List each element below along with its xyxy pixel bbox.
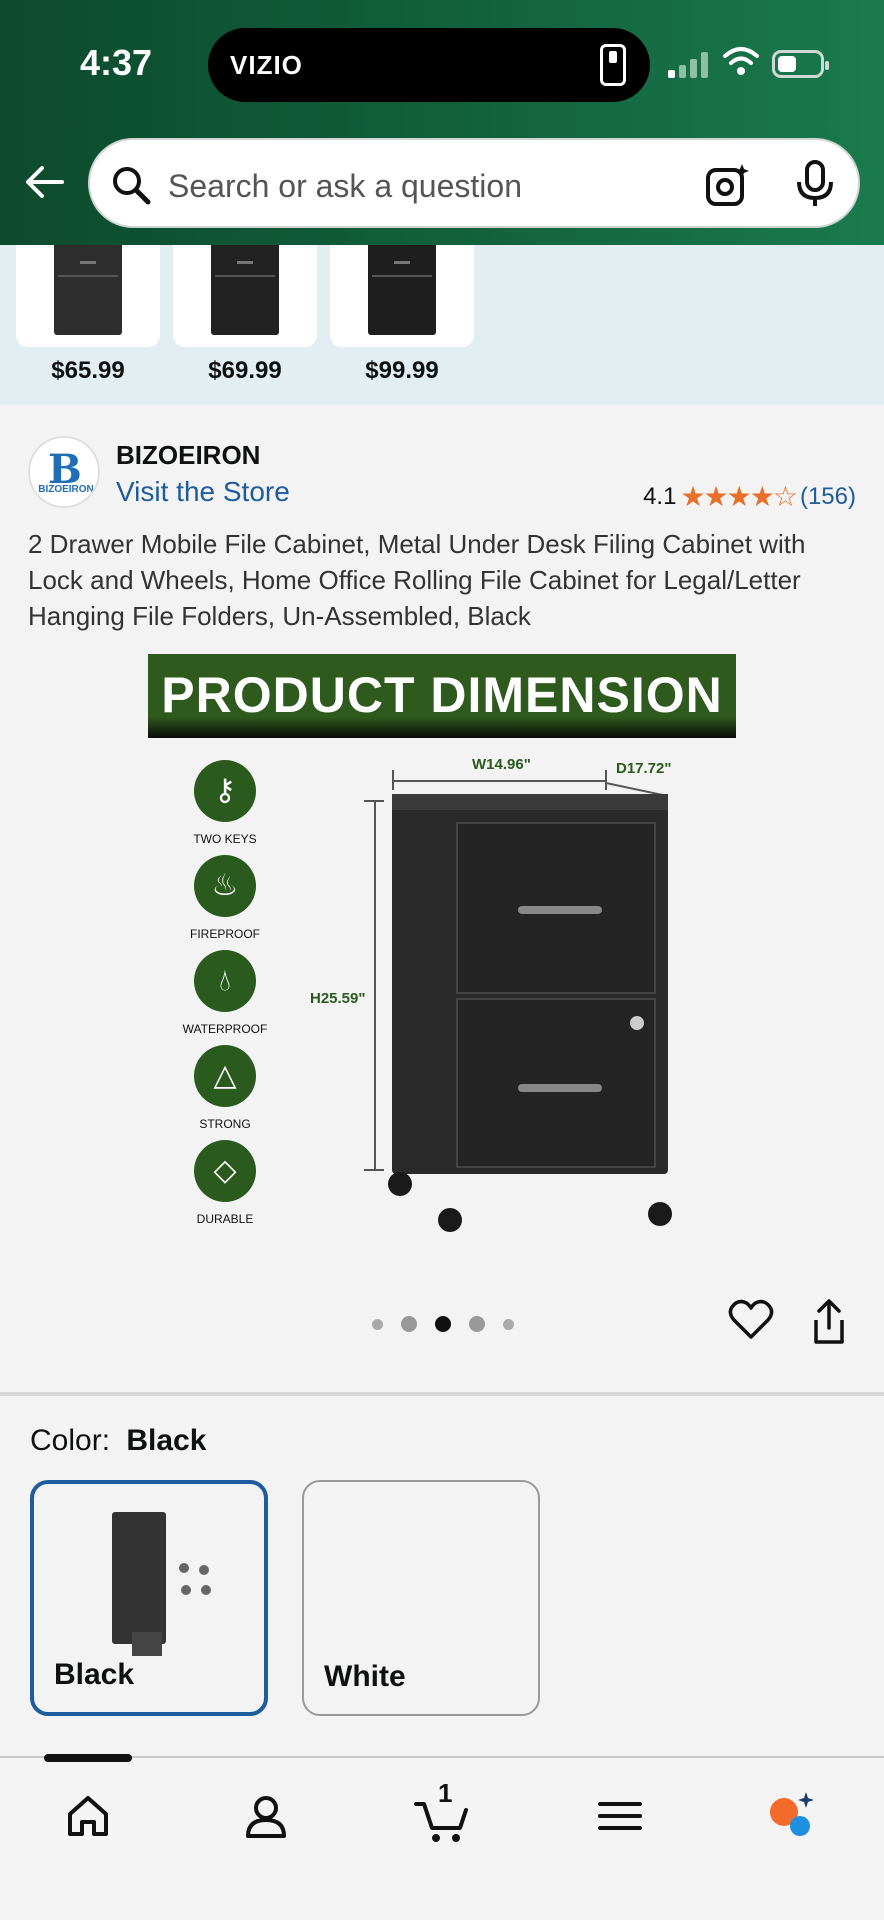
related-product-image bbox=[54, 245, 122, 335]
brand-logo[interactable]: B BIZOEIRON bbox=[28, 436, 100, 508]
carousel-dot[interactable] bbox=[401, 1316, 417, 1332]
dynamic-island: VIZIO bbox=[208, 28, 650, 102]
island-label: VIZIO bbox=[230, 50, 303, 80]
bottom-nav-bar: 1 bbox=[0, 1756, 884, 1920]
related-product-card[interactable] bbox=[16, 245, 160, 347]
related-product-image bbox=[368, 245, 436, 335]
water-drop-icon: 💧︎ bbox=[194, 950, 256, 1012]
file-cabinet-illustration bbox=[392, 794, 668, 1174]
height-label: H25.59" bbox=[310, 990, 366, 1007]
related-product-price: $69.99 bbox=[208, 357, 282, 384]
swatch-product-image bbox=[112, 1512, 166, 1656]
related-product-price: $99.99 bbox=[365, 357, 439, 384]
color-label: Color: bbox=[30, 1424, 111, 1457]
product-title: 2 Drawer Mobile File Cabinet, Metal Unde… bbox=[28, 529, 806, 631]
drawer-handle bbox=[518, 906, 602, 914]
app-header: 4:37 VIZIO Search or ask a question bbox=[0, 0, 884, 245]
feature-strong: △ STRONG bbox=[180, 1045, 270, 1131]
wheel bbox=[438, 1208, 462, 1232]
search-input[interactable]: Search or ask a question bbox=[168, 168, 522, 205]
heart-icon[interactable] bbox=[728, 1298, 774, 1340]
pyramid-icon: △ bbox=[194, 1045, 256, 1107]
height-dimension-line bbox=[374, 800, 376, 1170]
dimension-tick bbox=[364, 800, 384, 802]
related-products-strip: $65.99 $69.99 $99.99 bbox=[0, 245, 884, 405]
image-carousel-dots[interactable] bbox=[372, 1316, 514, 1332]
rating-count[interactable]: (156) bbox=[800, 483, 856, 511]
wheel bbox=[388, 1172, 412, 1196]
feature-label: TWO KEYS bbox=[193, 832, 257, 846]
carousel-dot[interactable] bbox=[503, 1318, 514, 1330]
color-selector-label: Color: Black bbox=[30, 1424, 206, 1458]
fire-icon: ♨ bbox=[194, 855, 256, 917]
remote-icon bbox=[600, 44, 626, 86]
cabinet-top-drawer bbox=[456, 822, 656, 994]
rating-summary[interactable]: 4.1 ★★★★☆ (156) bbox=[643, 480, 856, 513]
color-swatch-white[interactable]: White bbox=[302, 1480, 540, 1716]
drawer-handle bbox=[518, 1084, 602, 1092]
width-dimension-line bbox=[392, 780, 606, 782]
feature-label: DURABLE bbox=[196, 1212, 254, 1226]
section-divider bbox=[0, 1392, 884, 1396]
rufus-assistant-icon[interactable] bbox=[762, 1786, 822, 1846]
cabinet-bottom-drawer bbox=[456, 998, 656, 1168]
carousel-dot[interactable] bbox=[372, 1318, 383, 1330]
swatch-wheels-image bbox=[179, 1563, 211, 1595]
dimension-tick bbox=[605, 770, 607, 790]
carousel-dot[interactable] bbox=[469, 1316, 485, 1332]
camera-lens-icon[interactable] bbox=[704, 162, 750, 208]
feature-label: STRONG bbox=[199, 1117, 251, 1131]
feature-label: FIREPROOF bbox=[189, 927, 260, 941]
cart-button[interactable]: 1 bbox=[412, 1778, 472, 1846]
feature-waterproof: 💧︎ WATERPROOF bbox=[180, 950, 270, 1036]
account-icon[interactable] bbox=[236, 1786, 296, 1846]
width-label: W14.96" bbox=[472, 756, 531, 773]
related-product-card[interactable] bbox=[330, 245, 474, 347]
depth-label: D17.72" bbox=[616, 760, 672, 777]
feature-durable: ◇ DURABLE bbox=[180, 1140, 270, 1226]
search-bar[interactable]: Search or ask a question bbox=[88, 138, 860, 228]
back-arrow-icon[interactable] bbox=[22, 160, 66, 204]
rating-value: 4.1 bbox=[643, 482, 677, 510]
visit-store-link[interactable]: Visit the Store bbox=[116, 476, 290, 508]
star-rating-icon: ★★★★☆ bbox=[680, 481, 798, 512]
swatch-label: White bbox=[324, 1660, 406, 1693]
feature-fireproof: ♨ FIREPROOF bbox=[180, 855, 270, 941]
wheel bbox=[648, 1202, 672, 1226]
microphone-icon[interactable] bbox=[794, 160, 836, 208]
lock-icon bbox=[630, 1016, 644, 1030]
image-banner: PRODUCT DIMENSION bbox=[148, 654, 736, 738]
battery-icon bbox=[772, 50, 829, 78]
share-icon[interactable] bbox=[810, 1298, 848, 1346]
home-icon[interactable] bbox=[58, 1786, 118, 1846]
swatch-label: Black bbox=[54, 1658, 135, 1691]
color-swatch-black[interactable]: Black bbox=[30, 1480, 268, 1716]
cart-count-badge: 1 bbox=[438, 1778, 453, 1808]
image-banner-text: PRODUCT DIMENSION bbox=[161, 667, 723, 723]
dimension-tick bbox=[364, 1169, 384, 1171]
brand-logo-word: BIZOEIRON bbox=[38, 484, 94, 495]
key-icon: ⚷ bbox=[194, 760, 256, 822]
brand-name: BIZOEIRON bbox=[116, 440, 261, 470]
status-time: 4:37 bbox=[80, 42, 153, 83]
cabinet-top bbox=[392, 794, 668, 810]
feature-two-keys: ⚷ TWO KEYS bbox=[180, 760, 270, 846]
cellular-signal-icon bbox=[668, 52, 712, 78]
wifi-icon bbox=[723, 47, 759, 75]
related-product-price: $65.99 bbox=[51, 357, 125, 384]
feature-label: WATERPROOF bbox=[182, 1022, 268, 1036]
home-indicator bbox=[44, 1754, 132, 1762]
diamond-icon: ◇ bbox=[194, 1140, 256, 1202]
related-product-card[interactable] bbox=[173, 245, 317, 347]
color-selected-value: Black bbox=[126, 1424, 207, 1457]
carousel-dot-active[interactable] bbox=[435, 1316, 451, 1332]
search-icon bbox=[113, 167, 151, 205]
menu-icon[interactable] bbox=[590, 1786, 650, 1846]
related-product-image bbox=[211, 245, 279, 335]
dimension-tick bbox=[392, 770, 394, 790]
